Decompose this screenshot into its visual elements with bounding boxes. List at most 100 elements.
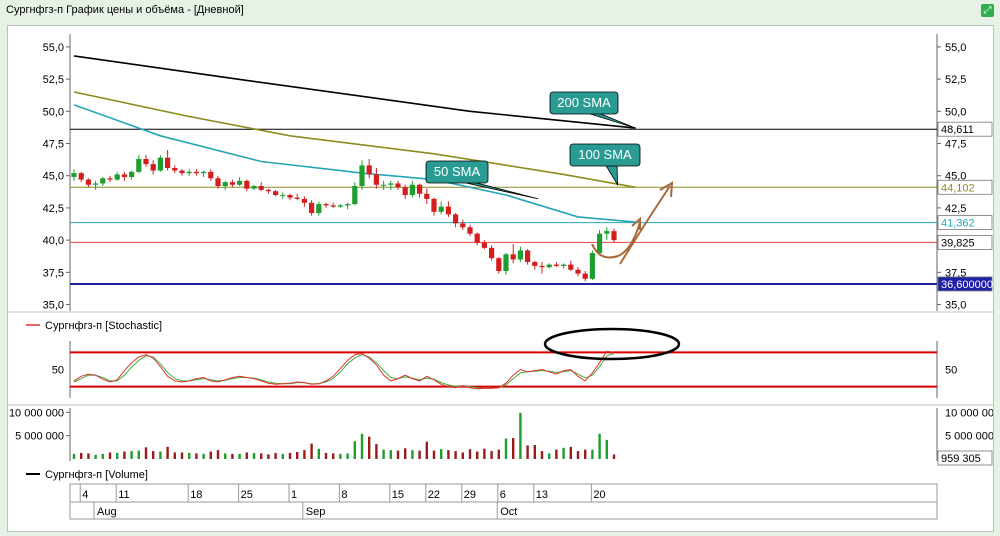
candle-body (273, 191, 279, 196)
date-day-label: 13 (536, 489, 548, 501)
candle-body (294, 197, 300, 199)
volume-bar (526, 445, 529, 459)
price-tick-label-left: 55,0 (43, 42, 64, 54)
volume-bar (418, 450, 421, 459)
volume-bar (375, 444, 378, 459)
candle-body (114, 174, 120, 180)
volume-bar (80, 452, 83, 459)
candle-body (100, 178, 106, 184)
volume-bar (274, 452, 277, 459)
candle-body (604, 231, 610, 234)
candle-body (409, 184, 415, 196)
volume-bar (339, 453, 342, 459)
volume-bar (591, 449, 594, 459)
volume-bar (130, 451, 133, 459)
candle-body (78, 173, 84, 180)
price-tick-label-left: 45,0 (43, 171, 64, 183)
candle-body (208, 171, 214, 179)
volume-bar (461, 452, 464, 459)
volume-last-label: 959 305 (941, 453, 981, 465)
candle-body (359, 165, 365, 187)
volume-bar (116, 452, 119, 459)
volume-bar (101, 453, 104, 459)
callout-label: 100 SMA (578, 147, 632, 162)
price-tick-label-left: 52,5 (43, 74, 64, 86)
date-day-label: 6 (500, 489, 506, 501)
candle-body (85, 179, 91, 185)
candle-body (136, 158, 142, 172)
volume-bar (166, 446, 169, 459)
volume-legend: Сургнфгз-п [Volume] (45, 469, 148, 481)
date-month-label: Oct (500, 506, 517, 518)
volume-bar (569, 446, 572, 459)
volume-bar (260, 453, 263, 459)
window-title: Сургнфгз-п График цены и объёма - [Дневн… (6, 4, 244, 16)
candle-body (561, 264, 567, 266)
volume-tick-label-right: 5 000 000 (945, 431, 993, 443)
volume-bar (605, 439, 608, 459)
volume-bar (108, 452, 112, 459)
callout-pointer (456, 180, 539, 200)
candle-body (172, 167, 178, 171)
volume-bar (310, 443, 313, 459)
price-panel: 55,0 55,052,5 52,550,0 50,047,5 47,545,0 45,0… (43, 34, 993, 312)
candle-body (121, 174, 127, 178)
price-level-label: 36,600000 (941, 279, 993, 291)
volume-panel: 10 000 000 10 000 000 5 000 000 5 000 000 95… (9, 407, 1000, 481)
candle-body (510, 254, 516, 260)
date-month-label: Aug (97, 506, 117, 518)
date-day-label: 11 (118, 489, 129, 501)
volume-bar (533, 445, 536, 459)
volume-bar (288, 452, 292, 459)
candle-body (316, 204, 322, 214)
candle-body (453, 214, 459, 224)
candle-body (186, 171, 192, 174)
candle-body (445, 206, 451, 215)
price-tick-label-left: 35,0 (43, 300, 64, 312)
candle-body (301, 198, 307, 203)
candle-body (395, 183, 401, 188)
candle-body (467, 227, 473, 234)
volume-bar (598, 433, 601, 459)
volume-tick-label-left: 10 000 000 (9, 407, 64, 419)
stochastic-tick-left: 50 (52, 365, 64, 377)
candle-body (330, 205, 336, 207)
candle-body (517, 250, 523, 260)
link-icon[interactable]: ⤢ (981, 4, 994, 17)
volume-bar (555, 449, 558, 459)
volume-bar (296, 452, 299, 459)
candle-body (553, 264, 559, 266)
price-tick-label-right: 50,0 (945, 106, 966, 118)
chart-window: Сургнфгз-п График цены и объёма - [Дневн… (0, 0, 1000, 535)
volume-bar (173, 452, 176, 459)
candle-body (532, 262, 538, 266)
volume-bar (504, 438, 508, 459)
volume-bar (245, 452, 248, 459)
volume-bar (137, 450, 140, 459)
candle-body (143, 158, 149, 165)
candle-body (431, 198, 437, 212)
callout-label: 50 SMA (434, 164, 481, 179)
volume-bar (468, 449, 472, 459)
volume-bar (411, 450, 414, 459)
candle-body (611, 231, 617, 241)
date-day-label: 8 (341, 489, 347, 501)
stochastic-main-line (73, 350, 615, 390)
candle-body (474, 233, 480, 243)
candle-body (481, 242, 487, 248)
price-tick-label-left: 37,5 (43, 267, 64, 279)
volume-bar (562, 447, 565, 459)
volume-bar (180, 452, 184, 459)
price-tick-label-right: 52,5 (945, 74, 966, 86)
volume-bar (267, 454, 270, 459)
volume-bar (548, 453, 551, 459)
volume-bar (389, 450, 392, 459)
date-day-label: 22 (428, 489, 440, 501)
volume-bar (303, 450, 306, 459)
volume-bar (144, 447, 148, 459)
volume-bar (188, 452, 191, 459)
candle-body (460, 223, 466, 228)
volume-bar (87, 453, 90, 459)
candle-body (597, 233, 603, 254)
date-day-label: 4 (82, 489, 88, 501)
